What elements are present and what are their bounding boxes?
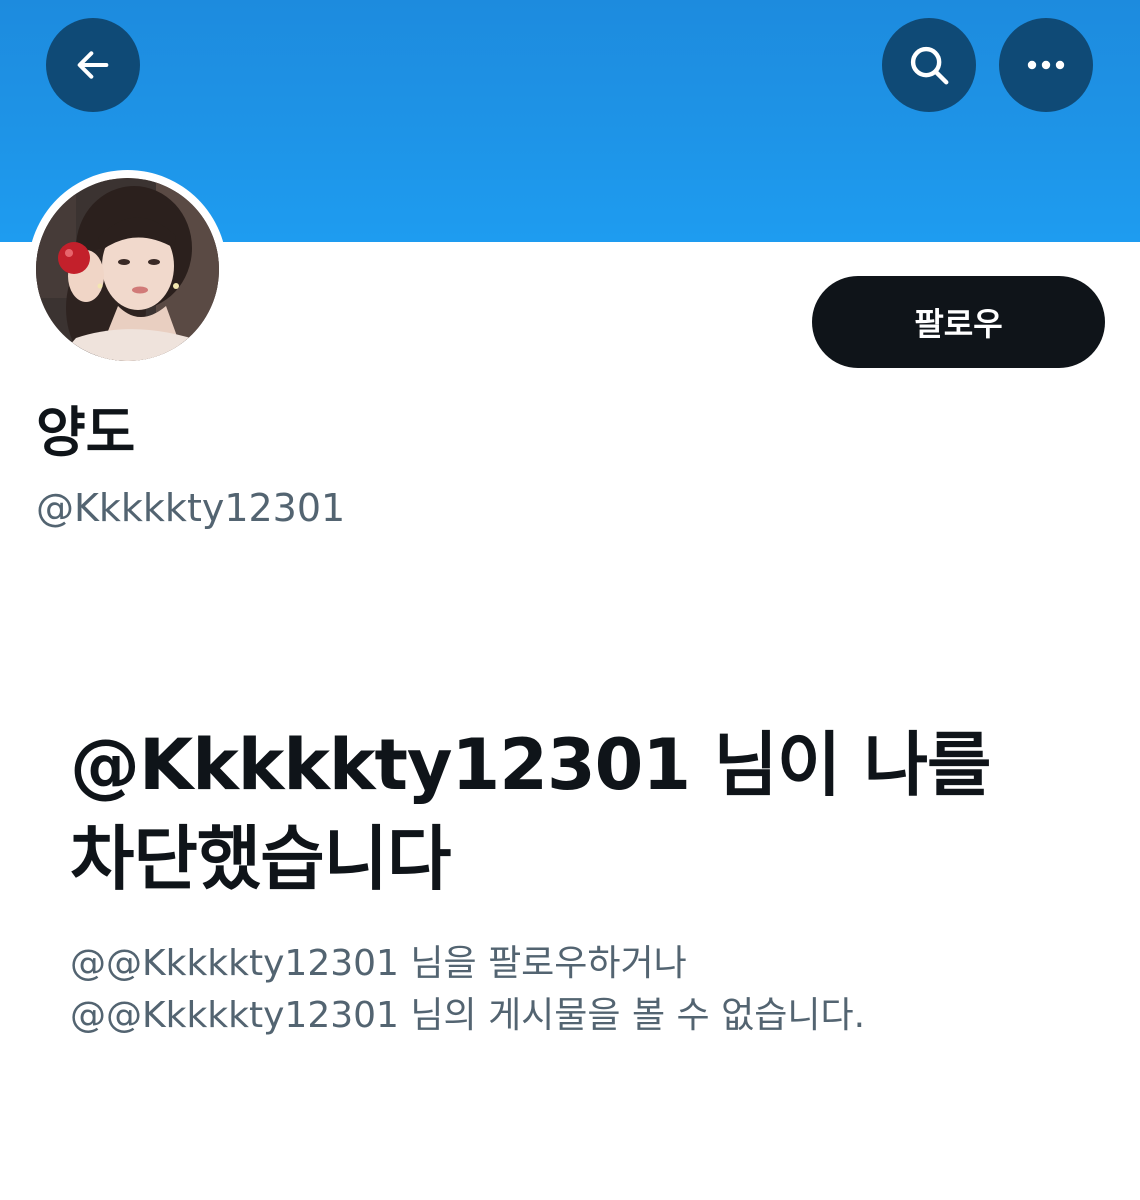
arrow-left-icon: [77, 51, 109, 79]
back-button[interactable]: [46, 18, 140, 112]
display-name: 양도: [36, 401, 136, 464]
avatar-photo: [36, 178, 219, 361]
blocked-title-line-1: @Kkkkkty12301 님이 나를: [70, 724, 991, 806]
search-icon: [910, 46, 949, 85]
blocked-description-line-1: @@Kkkkkty12301 님을 팔로우하거나: [70, 943, 687, 984]
search-button[interactable]: [882, 18, 976, 112]
more-button[interactable]: [999, 18, 1093, 112]
avatar[interactable]: [36, 178, 219, 361]
follow-button[interactable]: 팔로우: [812, 276, 1105, 368]
blocked-title: @Kkkkkty12301 님이 나를 차단했습니다: [70, 718, 1080, 906]
blocked-title-line-2: 차단했습니다: [70, 818, 451, 900]
more-horizontal-icon: [1027, 60, 1065, 70]
blocked-description: @@Kkkkkty12301 님을 팔로우하거나 @@Kkkkkty12301 …: [70, 938, 1080, 1042]
user-handle: @Kkkkkty12301: [36, 486, 346, 530]
blocked-description-line-2: @@Kkkkkty12301 님의 게시물을 볼 수 없습니다.: [70, 995, 866, 1036]
